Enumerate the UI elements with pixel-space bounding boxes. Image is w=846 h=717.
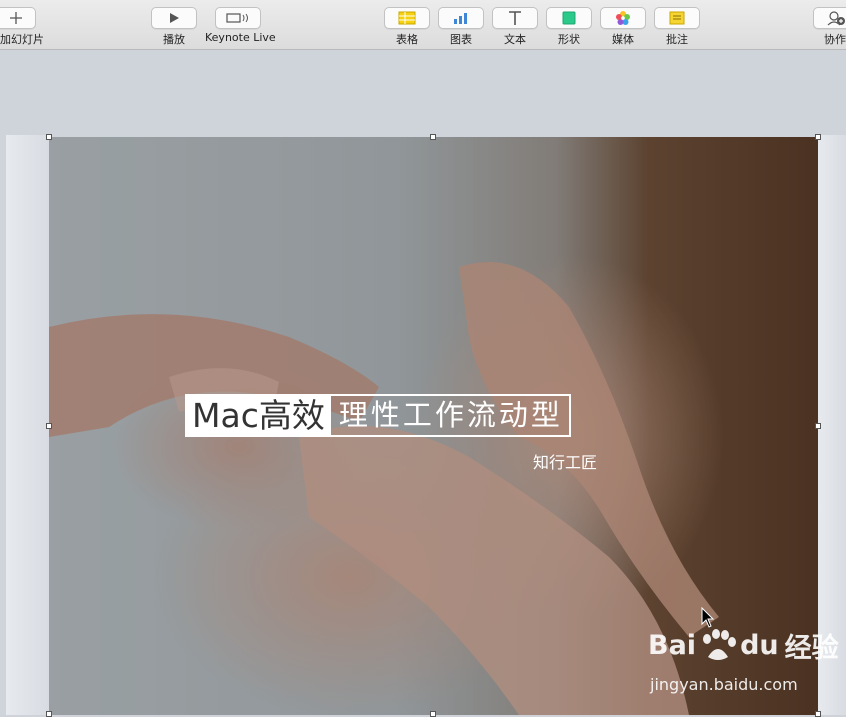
add-slide-button-frame[interactable] bbox=[0, 7, 36, 29]
keynote-live-label: Keynote Live bbox=[205, 31, 276, 44]
keynote-live-icon bbox=[226, 13, 248, 23]
chart-label: 图表 bbox=[450, 33, 472, 46]
table-button-frame[interactable] bbox=[384, 7, 430, 29]
collaborate-button[interactable]: 协作 bbox=[812, 7, 846, 47]
media-icon bbox=[616, 11, 630, 25]
play-label: 播放 bbox=[163, 33, 185, 46]
media-button-frame[interactable] bbox=[600, 7, 646, 29]
play-icon bbox=[170, 13, 179, 23]
add-slide-label: 加幻灯片 bbox=[0, 33, 44, 46]
shape-button-frame[interactable] bbox=[546, 7, 592, 29]
comment-button[interactable]: 批注 bbox=[654, 7, 700, 47]
watermark-brand-right: du bbox=[740, 630, 779, 661]
play-button-frame[interactable] bbox=[151, 7, 197, 29]
slide-title[interactable]: Mac高效 理性工作流动型 bbox=[185, 394, 571, 437]
resize-handle-left[interactable] bbox=[46, 423, 52, 429]
table-label: 表格 bbox=[396, 33, 418, 46]
table-icon bbox=[398, 11, 416, 25]
text-icon bbox=[509, 11, 521, 25]
table-button[interactable]: 表格 bbox=[384, 7, 430, 47]
slide-bleed-left bbox=[6, 135, 49, 715]
watermark-brand-left: Bai bbox=[648, 630, 697, 661]
collaborate-label: 协作 bbox=[824, 33, 846, 46]
text-button-frame[interactable] bbox=[492, 7, 538, 29]
resize-handle-bottom-left[interactable] bbox=[46, 711, 52, 717]
resize-handle-top[interactable] bbox=[430, 134, 436, 140]
text-label: 文本 bbox=[504, 33, 526, 46]
plus-icon bbox=[10, 12, 22, 24]
chart-button-frame[interactable] bbox=[438, 7, 484, 29]
media-label: 媒体 bbox=[612, 33, 634, 46]
shape-icon bbox=[562, 11, 576, 25]
resize-handle-top-right[interactable] bbox=[815, 134, 821, 140]
paw-icon bbox=[703, 628, 737, 660]
baidu-watermark: Bai du 经验 bbox=[648, 626, 839, 665]
collaborate-button-frame[interactable] bbox=[813, 7, 846, 29]
media-button[interactable]: 媒体 bbox=[600, 7, 646, 47]
shape-button[interactable]: 形状 bbox=[546, 7, 592, 47]
slide-title-right: 理性工作流动型 bbox=[338, 398, 563, 432]
resize-handle-bottom-right[interactable] bbox=[815, 711, 821, 717]
toolbar: 加幻灯片 播放 Keynote Live 表格 图表 文本 形状 媒体 批注 协… bbox=[0, 0, 846, 50]
chart-button[interactable]: 图表 bbox=[438, 7, 484, 47]
resize-handle-top-left[interactable] bbox=[46, 134, 52, 140]
comment-icon bbox=[669, 11, 685, 25]
shape-label: 形状 bbox=[558, 33, 580, 46]
mouse-cursor-icon bbox=[701, 607, 715, 628]
chart-icon bbox=[454, 13, 467, 24]
collaborate-icon bbox=[827, 11, 845, 26]
keynote-live-button-frame[interactable] bbox=[215, 7, 261, 29]
slide-subtitle[interactable]: 知行工匠 bbox=[533, 449, 597, 473]
watermark-brand-cn: 经验 bbox=[784, 633, 839, 664]
comment-label: 批注 bbox=[666, 33, 688, 46]
play-button[interactable]: 播放 bbox=[151, 7, 197, 47]
resize-handle-bottom[interactable] bbox=[430, 711, 436, 717]
slide-title-left: Mac高效 bbox=[187, 396, 331, 435]
add-slide-button[interactable]: 加幻灯片 bbox=[0, 7, 44, 47]
resize-handle-right[interactable] bbox=[815, 423, 821, 429]
watermark-url: jingyan.baidu.com bbox=[650, 675, 798, 694]
text-button[interactable]: 文本 bbox=[492, 7, 538, 47]
comment-button-frame[interactable] bbox=[654, 7, 700, 29]
keynote-live-button[interactable]: Keynote Live bbox=[205, 7, 276, 44]
